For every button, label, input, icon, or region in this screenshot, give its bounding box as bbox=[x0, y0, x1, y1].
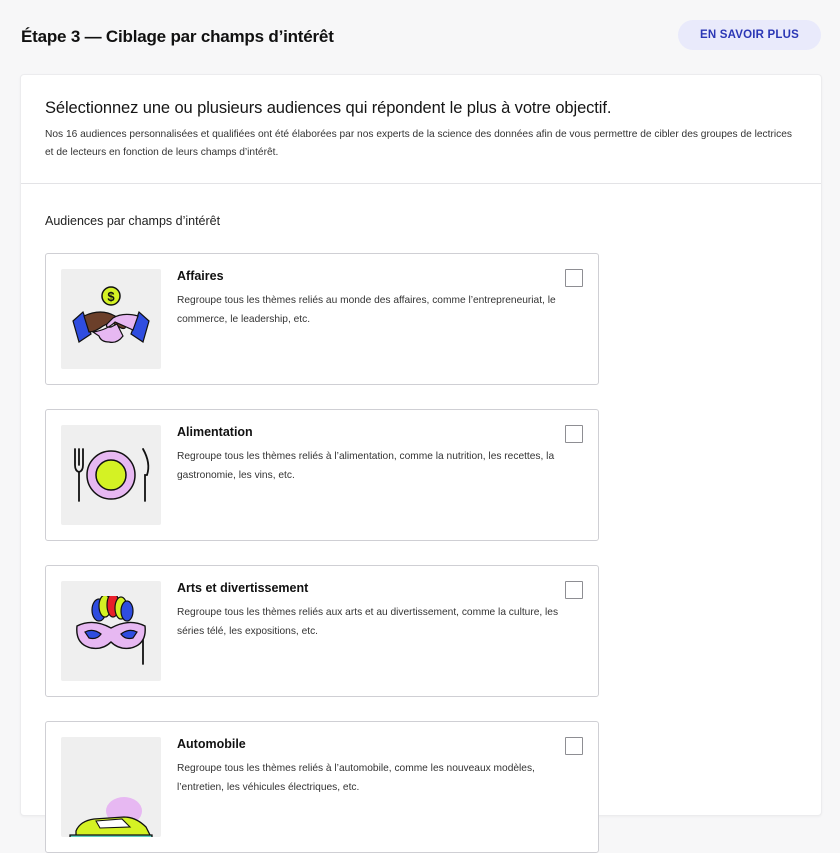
card-description: Regroupe tous les thèmes reliés aux arts… bbox=[177, 607, 559, 637]
select-checkbox-arts[interactable] bbox=[565, 581, 583, 599]
select-checkbox-alimentation[interactable] bbox=[565, 425, 583, 443]
select-checkbox-affaires[interactable] bbox=[565, 269, 583, 287]
card-title: Automobile bbox=[177, 737, 246, 751]
car-icon bbox=[61, 737, 161, 837]
intro-block: Sélectionnez une ou plusieurs audiences … bbox=[45, 99, 797, 162]
intro-description: Nos 16 audiences personnalisées et quali… bbox=[45, 129, 792, 158]
learn-more-button[interactable]: EN SAVOIR PLUS bbox=[678, 20, 821, 50]
handshake-dollar-icon: $ bbox=[61, 269, 161, 369]
section-label: Audiences par champs d’intérêt bbox=[45, 214, 221, 228]
card-title: Alimentation bbox=[177, 425, 253, 439]
card-description: Regroupe tous les thèmes reliés au monde… bbox=[177, 295, 556, 325]
audience-card-alimentation[interactable]: Alimentation Regroupe tous les thèmes re… bbox=[45, 409, 599, 541]
page-title: Étape 3 — Ciblage par champs d’intérêt bbox=[21, 27, 334, 46]
card-description: Regroupe tous les thèmes reliés à l’alim… bbox=[177, 451, 555, 481]
divider bbox=[21, 183, 821, 184]
intro-title: Sélectionnez une ou plusieurs audiences … bbox=[45, 99, 612, 117]
audience-card-automobile[interactable]: Automobile Regroupe tous les thèmes reli… bbox=[45, 721, 599, 853]
card-description: Regroupe tous les thèmes reliés à l’auto… bbox=[177, 763, 535, 793]
plate-cutlery-icon bbox=[61, 425, 161, 525]
card-title: Affaires bbox=[177, 269, 224, 283]
audience-panel: Sélectionnez une ou plusieurs audiences … bbox=[20, 74, 822, 853]
svg-text:$: $ bbox=[107, 289, 115, 304]
card-title: Arts et divertissement bbox=[177, 581, 309, 595]
audience-card-affaires[interactable]: $ Affaires Regroupe tous les thèmes reli… bbox=[45, 253, 599, 385]
carnival-mask-icon bbox=[61, 581, 161, 681]
top-bar: Étape 3 — Ciblage par champs d’intérêt E… bbox=[0, 0, 840, 75]
select-checkbox-automobile[interactable] bbox=[565, 737, 583, 755]
audience-card-arts-divertissement[interactable]: Arts et divertissement Regroupe tous les… bbox=[45, 565, 599, 697]
